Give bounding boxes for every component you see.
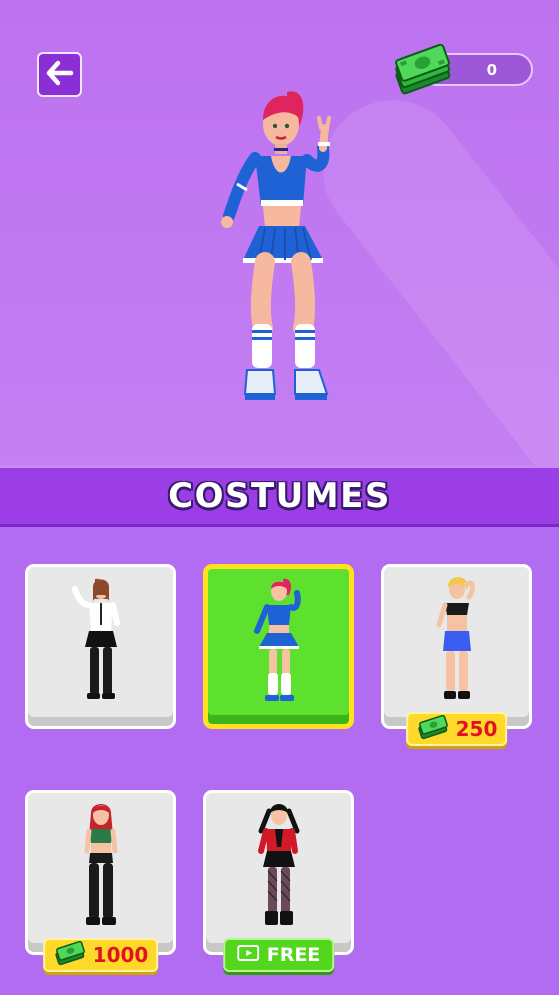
costume-thumbnail bbox=[71, 575, 131, 709]
currency-amount: 0 bbox=[486, 61, 497, 79]
costume-card-green-top[interactable]: 1000 bbox=[25, 790, 176, 972]
price-value: 250 bbox=[455, 717, 498, 741]
costume-thumbnail bbox=[249, 577, 309, 711]
costume-grid: 250 1000 FREE bbox=[0, 527, 559, 995]
costume-thumbnail bbox=[249, 801, 309, 935]
free-label: FREE bbox=[266, 944, 321, 966]
video-play-icon bbox=[236, 945, 259, 965]
page-title: COSTUMES bbox=[168, 476, 391, 516]
costume-thumbnail bbox=[427, 575, 487, 709]
cash-stack-icon bbox=[53, 940, 87, 970]
buy-price-button[interactable]: 250 bbox=[405, 712, 508, 746]
costume-card-office[interactable] bbox=[25, 564, 176, 729]
back-button[interactable] bbox=[37, 52, 82, 97]
section-banner: COSTUMES bbox=[0, 465, 559, 527]
costume-card-cheerleader[interactable] bbox=[203, 564, 354, 729]
price-value: 1000 bbox=[92, 943, 149, 967]
costume-card-sporty[interactable]: 250 bbox=[381, 564, 532, 746]
character-model bbox=[215, 88, 340, 412]
costume-thumbnail bbox=[71, 801, 131, 935]
watch-ad-free-button[interactable]: FREE bbox=[222, 938, 335, 972]
cash-stack-icon bbox=[388, 43, 458, 100]
character-preview-area: 0 bbox=[0, 0, 559, 465]
arrow-left-icon bbox=[46, 60, 74, 90]
costume-card-gothic[interactable]: FREE bbox=[203, 790, 354, 972]
buy-price-button[interactable]: 1000 bbox=[42, 938, 159, 972]
cash-stack-icon bbox=[416, 714, 450, 744]
